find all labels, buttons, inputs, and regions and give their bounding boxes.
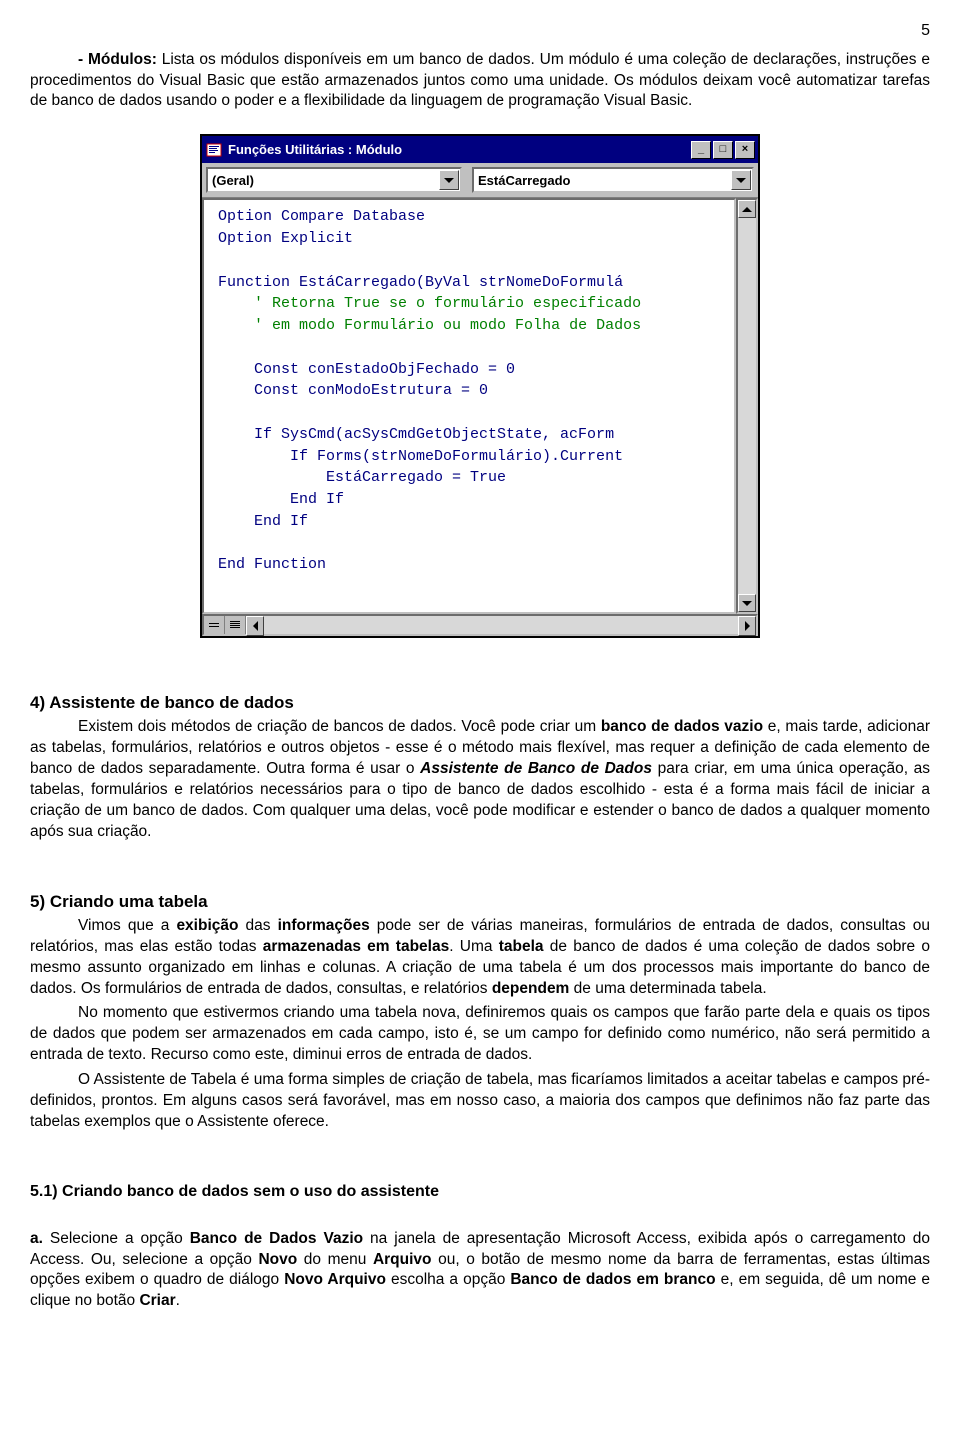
vertical-scrollbar[interactable] [736,198,758,614]
section5-p3: O Assistente de Tabela é uma forma simpl… [30,1070,930,1133]
chevron-down-icon[interactable] [439,170,459,190]
section5-p2: No momento que estivermos criando uma ta… [30,1003,930,1066]
scroll-track-h[interactable] [264,616,738,634]
page: 5 - Módulos: Lista os módulos disponívei… [0,0,960,1346]
section5-p1: Vimos que a exibição das informações pod… [30,916,930,1000]
scroll-up-button[interactable] [738,200,756,218]
scroll-track[interactable] [738,218,756,594]
object-dropdown-value: (Geral) [212,172,254,190]
toolbar: (Geral) EstáCarregado [202,163,758,198]
object-dropdown[interactable]: (Geral) [206,167,462,193]
section51-heading: 5.1) Criando banco de dados sem o uso do… [30,1181,930,1203]
titlebar[interactable]: Funções Utilitárias : Módulo _ □ × [202,136,758,163]
maximize-button[interactable]: □ [713,141,733,159]
modulos-label: - Módulos: [78,51,157,68]
intro-text: Lista os módulos disponíveis em um banco… [30,51,930,110]
section51-a: a. Selecione a opção Banco de Dados Vazi… [30,1229,930,1313]
horizontal-scrollbar[interactable] [246,616,756,634]
module-window: Funções Utilitárias : Módulo _ □ × (Gera… [200,134,760,638]
bottom-bar [202,614,758,636]
page-number: 5 [30,20,930,42]
procedure-dropdown[interactable]: EstáCarregado [472,167,754,193]
minimize-button[interactable]: _ [691,141,711,159]
code-area: Option Compare Database Option Explicit … [202,198,758,614]
section5-heading: 5) Criando uma tabela [30,891,930,914]
code-editor[interactable]: Option Compare Database Option Explicit … [202,198,736,614]
procedure-dropdown-value: EstáCarregado [478,172,570,190]
scroll-left-button[interactable] [246,616,264,636]
section4-paragraph: Existem dois métodos de criação de banco… [30,717,930,843]
close-button[interactable]: × [735,141,755,159]
view-full-button[interactable] [225,616,246,634]
section4-heading: 4) Assistente de banco de dados [30,692,930,715]
module-icon [205,141,223,159]
view-proc-button[interactable] [204,616,225,634]
chevron-down-icon[interactable] [731,170,751,190]
scroll-down-button[interactable] [738,594,756,612]
intro-paragraph: - Módulos: Lista os módulos disponíveis … [30,50,930,113]
window-title: Funções Utilitárias : Módulo [228,141,689,159]
scroll-right-button[interactable] [738,616,756,636]
